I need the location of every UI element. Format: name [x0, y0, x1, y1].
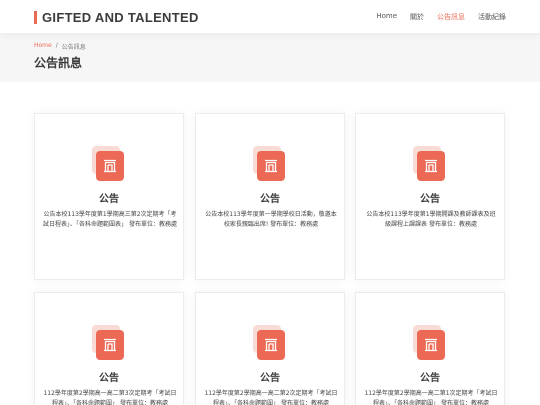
announcement-card[interactable]: 公告 112學年度第2學期高一高二第2次定期考「考試日程表」、「各科命題範圍」 … — [195, 292, 345, 405]
announcement-card[interactable]: 公告 112學年度第2學期高一高二第1次定期考「考試日程表」、「各科命題範圍」 … — [355, 292, 505, 405]
breadcrumb: Home / 公告訊息 — [34, 42, 86, 51]
building-icon — [413, 146, 447, 181]
card-title: 公告 — [260, 373, 280, 384]
logo-text: GIFTED AND TALENTED — [42, 10, 199, 25]
nav-activities[interactable]: 活動紀錄 — [478, 12, 506, 22]
card-title: 公告 — [420, 373, 440, 384]
building-icon — [253, 325, 287, 360]
page-title-band: Home / 公告訊息 公告訊息 — [0, 33, 540, 82]
announcement-card[interactable]: 公告 112學年度第2學期高一高二第3次定期考「考試日程表」、「各科命題範圍」 … — [34, 292, 184, 405]
announcement-card[interactable]: 公告 公告本校113學年度第1學期高三第2次定期考「考試日程表」、「各科命題範圍… — [34, 113, 184, 280]
logo-accent-bar — [34, 11, 37, 24]
card-description: 112學年度第2學期高一高二第2次定期考「考試日程表」、「各科命題範圍」 發布單… — [204, 390, 338, 405]
card-description: 公告本校113學年度第1學期高三第2次定期考「考試日程表」、「各科命題範圍表」 … — [43, 211, 177, 228]
card-description: 公告本校113學年度第1學期開課及教師課表及班級課程上課課表 發布單位：教務處 — [366, 211, 496, 228]
building-icon — [253, 146, 287, 181]
announcement-card[interactable]: 公告 公告本校113學年度第1學期開課及教師課表及班級課程上課課表 發布單位：教… — [355, 113, 505, 280]
nav-about[interactable]: 關於 — [410, 12, 424, 22]
building-icon — [92, 325, 126, 360]
card-title: 公告 — [260, 194, 280, 205]
breadcrumb-home[interactable]: Home — [34, 42, 52, 51]
nav-announcements[interactable]: 公告訊息 — [437, 12, 465, 22]
nav-home[interactable]: Home — [376, 12, 397, 22]
site-logo[interactable]: GIFTED AND TALENTED — [34, 10, 199, 25]
card-title: 公告 — [99, 373, 119, 384]
card-description: 112學年度第2學期高一高二第3次定期考「考試日程表」、「各科命題範圍」 發布單… — [43, 390, 177, 405]
building-icon — [413, 325, 447, 360]
card-description: 112學年度第2學期高一高二第1次定期考「考試日程表」、「各科命題範圍」 發布單… — [364, 390, 498, 405]
page-title: 公告訊息 — [34, 56, 83, 70]
breadcrumb-separator: / — [55, 42, 58, 49]
site-header: GIFTED AND TALENTED Home 關於 公告訊息 活動紀錄 — [0, 0, 540, 33]
announcement-card[interactable]: 公告 公告本校113學年度第一學期學校日活動，敬邀本校家長親臨出席! 發布單位：… — [195, 113, 345, 280]
card-title: 公告 — [99, 194, 119, 205]
main-nav: Home 關於 公告訊息 活動紀錄 — [376, 12, 506, 22]
card-title: 公告 — [420, 194, 440, 205]
building-icon — [92, 146, 126, 181]
breadcrumb-current: 公告訊息 — [61, 44, 86, 51]
card-description: 公告本校113學年度第一學期學校日活動，敬邀本校家長親臨出席! 發布單位：教務處 — [205, 211, 337, 228]
